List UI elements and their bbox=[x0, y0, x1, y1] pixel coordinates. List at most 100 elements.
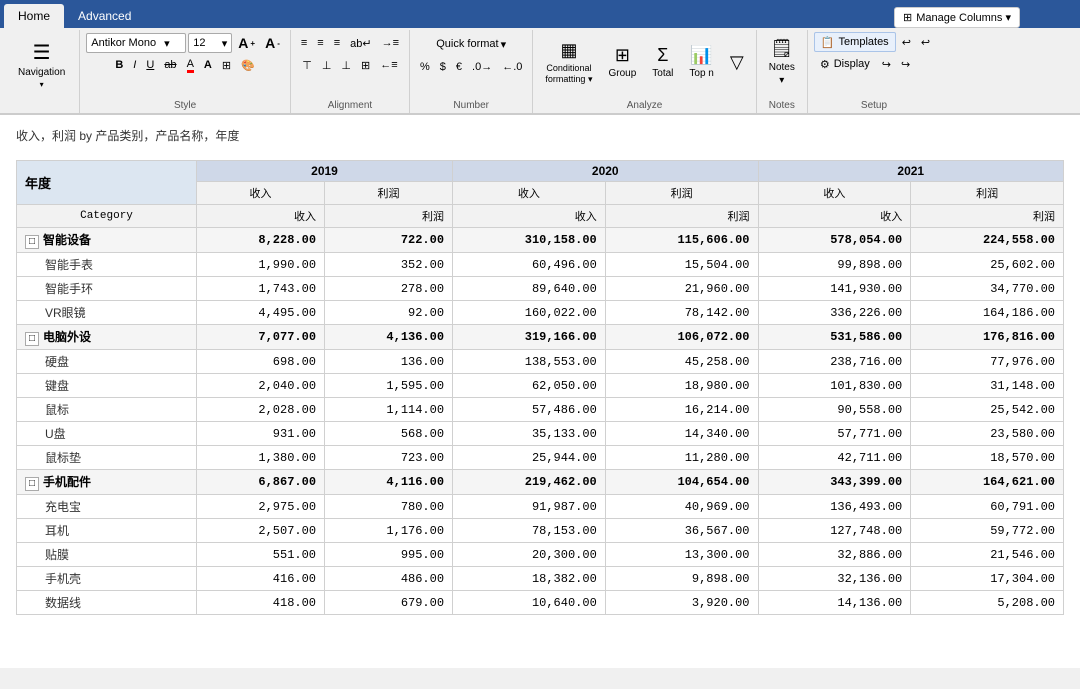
redo-button[interactable]: ↪ bbox=[878, 54, 895, 74]
table-cell: 551.00 bbox=[197, 543, 325, 567]
table-cell: 578,054.00 bbox=[758, 228, 911, 253]
table-cell: 25,602.00 bbox=[911, 253, 1064, 277]
style-row2: B I U ab A A ⊞ 🎨 bbox=[111, 54, 258, 76]
expand-icon[interactable]: □ bbox=[25, 332, 39, 346]
table-cell: 60,496.00 bbox=[453, 253, 606, 277]
italic-button[interactable]: I bbox=[129, 55, 140, 75]
undo-button[interactable]: ↩ bbox=[917, 32, 934, 52]
undo2-button[interactable]: ↩ bbox=[898, 32, 915, 52]
templates-label: Templates bbox=[839, 36, 889, 48]
analyze-group-label: Analyze bbox=[627, 98, 663, 111]
display-button[interactable]: ⚙ Display bbox=[814, 54, 876, 74]
table-cell: 23,580.00 bbox=[911, 422, 1064, 446]
align-row2: ⊤ ⊥ ⊥ ⊞ ←≡ bbox=[298, 54, 401, 76]
filter-icon: ▽ bbox=[730, 52, 744, 73]
font-grow-button[interactable]: A+ bbox=[234, 33, 259, 53]
table-row: U盘931.00568.0035,133.0014,340.0057,771.0… bbox=[17, 422, 1064, 446]
padding-button[interactable]: ⊞ bbox=[357, 55, 374, 75]
number-group-label: Number bbox=[453, 98, 489, 111]
filter-button[interactable]: ▽ bbox=[724, 32, 750, 92]
quick-format-dropdown[interactable]: Quick format ▾ bbox=[429, 33, 513, 55]
font-selector[interactable]: Antikor Mono ▾ bbox=[86, 33, 186, 53]
table-cell: 18,570.00 bbox=[911, 446, 1064, 470]
valign-bot-button[interactable]: ⊥ bbox=[337, 55, 355, 75]
table-cell: 931.00 bbox=[197, 422, 325, 446]
table-cell: 35,133.00 bbox=[453, 422, 606, 446]
align-center-button[interactable]: ≡ bbox=[313, 33, 327, 53]
table-cell: 18,382.00 bbox=[453, 567, 606, 591]
group-label: Group bbox=[608, 68, 636, 79]
bold-button[interactable]: B bbox=[111, 55, 127, 75]
word-wrap-button[interactable]: ab↵ bbox=[346, 33, 375, 53]
ribbon: ☰ Navigation ▾ Antikor Mono ▾ 12 ▾ A+ A- bbox=[0, 28, 1080, 114]
font-size-selector[interactable]: 12 ▾ bbox=[188, 33, 232, 53]
dollar-button[interactable]: $ bbox=[436, 57, 450, 77]
table-cell: 91,987.00 bbox=[453, 495, 606, 519]
valign-top-button[interactable]: ⊤ bbox=[298, 55, 316, 75]
table-cell: 99,898.00 bbox=[758, 253, 911, 277]
quick-format-arrow: ▾ bbox=[501, 38, 507, 51]
quick-format-label: Quick format bbox=[436, 38, 498, 50]
top-n-button[interactable]: 📊 Top n bbox=[683, 32, 719, 92]
table-row: □电脑外设7,077.004,136.00319,166.00106,072.0… bbox=[17, 325, 1064, 350]
euro-button[interactable]: € bbox=[452, 57, 466, 77]
ribbon-group-analyze: ▦ Conditional formatting ▾ ⊞ Group Σ Tot… bbox=[533, 30, 756, 113]
font-shrink-button[interactable]: A- bbox=[261, 33, 284, 53]
expand-icon[interactable]: □ bbox=[25, 235, 39, 249]
table-cell: 418.00 bbox=[197, 591, 325, 615]
table-cell: 1,990.00 bbox=[197, 253, 325, 277]
table-cell: 164,621.00 bbox=[911, 470, 1064, 495]
tab-advanced[interactable]: Advanced bbox=[64, 4, 145, 28]
table-cell: 101,830.00 bbox=[758, 374, 911, 398]
table-cell: 1,176.00 bbox=[325, 519, 453, 543]
group-button[interactable]: ⊞ Group bbox=[602, 32, 642, 92]
bg-color-button[interactable]: 🎨 bbox=[237, 55, 259, 75]
font-size-arrow: ▾ bbox=[222, 37, 228, 50]
indent-decrease-button[interactable]: ←≡ bbox=[376, 55, 401, 75]
indent-increase-button[interactable]: →≡ bbox=[378, 33, 403, 53]
align-right-button[interactable]: ≡ bbox=[330, 33, 344, 53]
navigation-button[interactable]: ☰ Navigation ▾ bbox=[10, 32, 73, 96]
templates-button[interactable]: 📋 Templates bbox=[814, 32, 896, 52]
table-cell: 2,028.00 bbox=[197, 398, 325, 422]
table-cell: 7,077.00 bbox=[197, 325, 325, 350]
strikethrough-button[interactable]: ab bbox=[160, 55, 180, 75]
table-row: 贴膜551.00995.0020,300.0013,300.0032,886.0… bbox=[17, 543, 1064, 567]
redo2-button[interactable]: ↪ bbox=[897, 54, 914, 74]
table-cell: 136.00 bbox=[325, 350, 453, 374]
decimal-decrease-button[interactable]: ←.0 bbox=[498, 57, 526, 77]
table-cell: 2,040.00 bbox=[197, 374, 325, 398]
data-table: 年度 2019 2020 2021 收入 利润 收入 利润 收入 利润 Cate… bbox=[16, 160, 1064, 615]
col-2021-profit: 利润 bbox=[911, 182, 1064, 205]
percent-button[interactable]: % bbox=[416, 57, 434, 77]
total-button[interactable]: Σ Total bbox=[646, 32, 679, 92]
table-cell: 780.00 bbox=[325, 495, 453, 519]
font-color-button[interactable]: A bbox=[183, 55, 198, 75]
display-label: Display bbox=[834, 58, 870, 70]
total-label: Total bbox=[652, 68, 673, 79]
col-2021-revenue: 收入 bbox=[758, 182, 911, 205]
table-cell: 219,462.00 bbox=[453, 470, 606, 495]
table-cell: 995.00 bbox=[325, 543, 453, 567]
table-cell: 21,960.00 bbox=[605, 277, 758, 301]
table-cell: 343,399.00 bbox=[758, 470, 911, 495]
year-column-header: 年度 bbox=[17, 161, 197, 205]
decimal-increase-button[interactable]: .0→ bbox=[468, 57, 496, 77]
category-col-header: Category bbox=[17, 205, 197, 228]
col-h5: 收入 bbox=[758, 205, 911, 228]
highlight-button[interactable]: A bbox=[200, 55, 216, 75]
tab-home[interactable]: Home bbox=[4, 4, 64, 28]
manage-columns-label: Manage Columns ▾ bbox=[916, 11, 1011, 24]
notes-button[interactable]: 🗒 Notes ▾ bbox=[763, 32, 801, 92]
font-dropdown-arrow: ▾ bbox=[164, 37, 170, 50]
underline-button[interactable]: U bbox=[142, 55, 158, 75]
table-cell: 698.00 bbox=[197, 350, 325, 374]
table-cell: 238,716.00 bbox=[758, 350, 911, 374]
align-left-button[interactable]: ≡ bbox=[297, 33, 311, 53]
expand-icon[interactable]: □ bbox=[25, 477, 39, 491]
table-cell: 45,258.00 bbox=[605, 350, 758, 374]
conditional-formatting-button[interactable]: ▦ Conditional formatting ▾ bbox=[539, 32, 598, 92]
valign-mid-button[interactable]: ⊥ bbox=[318, 55, 336, 75]
border-button[interactable]: ⊞ bbox=[218, 55, 235, 75]
manage-columns-button[interactable]: ⊞ Manage Columns ▾ bbox=[894, 7, 1020, 28]
